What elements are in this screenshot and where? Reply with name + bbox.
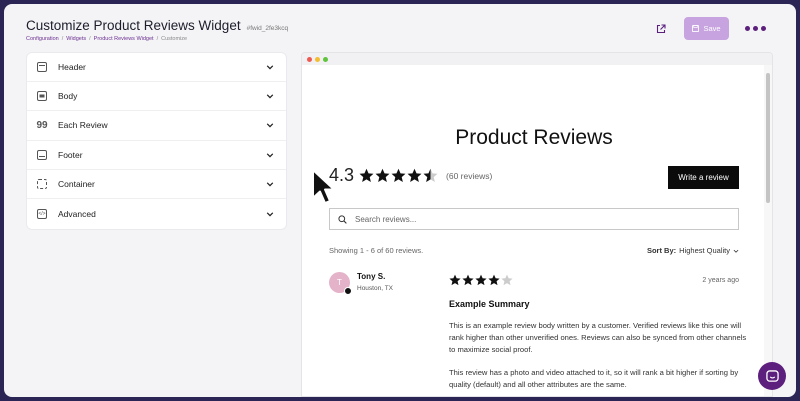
search-icon [338,214,347,224]
star-icon [449,274,461,286]
accordion-body[interactable]: Body [27,82,286,112]
window-minimize-dot [315,56,320,62]
container-icon [37,178,47,189]
review-stars [449,274,513,286]
breadcrumb-configuration[interactable]: Configuration [26,36,59,42]
accordion-header[interactable]: Header [27,53,286,83]
star-icon [488,274,500,286]
avatar: T [329,272,352,295]
accordion-each-review[interactable]: 99 Each Review [27,111,286,141]
chevron-down-icon [266,94,274,99]
star-icon [475,274,487,286]
breadcrumb: Configuration / Widgets / Product Review… [26,36,187,42]
reviewer-info: T Tony S. Houston, TX [329,272,394,295]
reviews-title: Product Reviews [455,126,613,149]
accordion-label: Footer [58,149,83,160]
star-icon [375,168,390,182]
code-icon: </> [37,208,47,219]
chevron-down-icon [266,65,274,70]
settings-accordion: Header Body 99 Each Review Footer Contai… [26,52,287,230]
widget-preview-window: Product Reviews 4.3 (60 reviews) Write a… [301,52,773,397]
accordion-container[interactable]: Container [27,170,286,199]
empty-star-icon [501,274,513,286]
window-close-dot [307,56,312,62]
page-title: Customize Product Reviews Widget #fwid_2… [26,18,288,33]
reviewer-name: Tony S. [357,272,386,281]
star-icon [407,168,422,182]
body-icon [37,91,47,102]
breadcrumb-widgets[interactable]: Widgets [66,36,86,42]
save-icon [692,25,700,32]
accordion-label: Header [58,62,86,73]
breadcrumb-separator: / [156,36,159,42]
sort-value: Highest Quality [679,246,730,255]
star-icon [359,168,374,182]
header-actions: Save [654,17,766,40]
half-star-icon [423,168,438,182]
verified-badge-icon [344,287,352,295]
accordion-label: Each Review [58,120,108,131]
chevron-down-icon [266,153,274,158]
rating-summary: 4.3 (60 reviews) [329,165,492,186]
review-summary: Example Summary [449,299,530,309]
chevron-down-icon [266,211,274,216]
header-icon [37,62,47,73]
external-link-icon[interactable] [654,22,668,36]
accordion-footer[interactable]: Footer [27,141,286,170]
avatar-initial: T [337,278,342,287]
star-icon [462,274,474,286]
chevron-down-icon [266,123,274,128]
average-stars [359,168,438,183]
showing-count: Showing 1 - 6 of 60 reviews. [329,246,424,255]
search-input[interactable] [355,214,715,224]
page-title-text: Customize Product Reviews Widget [26,18,241,33]
star-icon [391,168,406,182]
quote-icon: 99 [36,119,48,131]
sort-dropdown[interactable]: Sort By: Highest Quality [647,246,739,255]
app-frame: Customize Product Reviews Widget #fwid_2… [4,4,796,397]
search-reviews-field[interactable] [329,208,739,230]
reviewer-location: Houston, TX [357,285,394,292]
chevron-down-icon [733,249,739,253]
review-paragraph: This review has a photo and video attach… [449,368,739,389]
sort-label: Sort By: [646,246,677,255]
review-date: 2 years ago [702,277,739,284]
review-body: This is an example review body written b… [449,320,749,396]
chevron-down-icon [266,182,274,187]
mouse-cursor-icon [312,169,335,204]
breadcrumb-product-reviews-widget[interactable]: Product Reviews Widget [94,36,154,42]
window-title-bar [302,53,772,65]
chat-bubble-icon[interactable] [758,362,786,390]
accordion-label: Advanced [58,208,96,219]
write-review-button[interactable]: Write a review [668,166,739,189]
breadcrumb-separator: / [61,36,64,42]
breadcrumb-current: Customize [161,36,188,42]
save-label: Save [703,24,721,33]
window-maximize-dot [323,56,328,62]
accordion-label: Body [58,91,78,102]
review-paragraph: This is an example review body written b… [449,321,747,354]
more-options-icon[interactable] [745,26,766,31]
widget-id: #fwid_2fe3kcq [246,25,289,32]
save-button[interactable]: Save [684,17,729,40]
accordion-advanced[interactable]: </> Advanced [27,199,286,228]
review-count[interactable]: (60 reviews) [446,171,492,181]
scrollbar-thumb[interactable] [766,73,770,203]
footer-icon [37,149,47,160]
accordion-label: Container [58,178,95,189]
breadcrumb-separator: / [89,36,91,42]
